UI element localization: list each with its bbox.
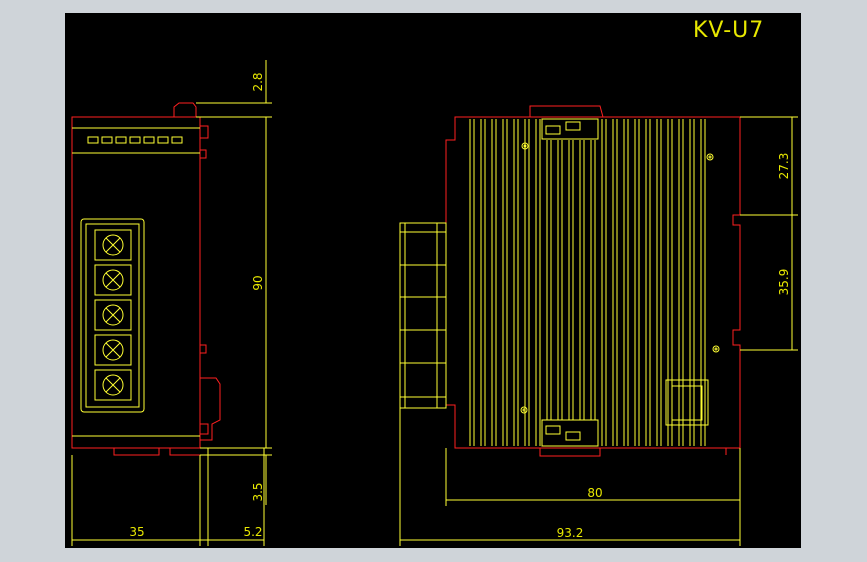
dim-width-front: 35 [129,525,144,539]
drawing-frame: KV-U7 2.8 90 3.5 35 5.2 27.3 35.9 80 93.… [0,0,867,562]
dim-width-tab: 5.2 [243,525,262,539]
dim-height: 90 [251,275,265,290]
dim-depth-body: 80 [587,486,602,500]
cad-drawing: KV-U7 2.8 90 3.5 35 5.2 27.3 35.9 80 93.… [65,13,801,548]
dim-top-gap: 2.8 [251,72,265,91]
drawing-title: KV-U7 [693,18,764,43]
drawing-area [65,13,801,548]
dim-lower-span: 35.9 [777,269,791,296]
dim-bottom-gap: 3.5 [251,482,265,501]
dim-depth-total: 93.2 [557,526,584,540]
dim-upper-span: 27.3 [777,153,791,180]
